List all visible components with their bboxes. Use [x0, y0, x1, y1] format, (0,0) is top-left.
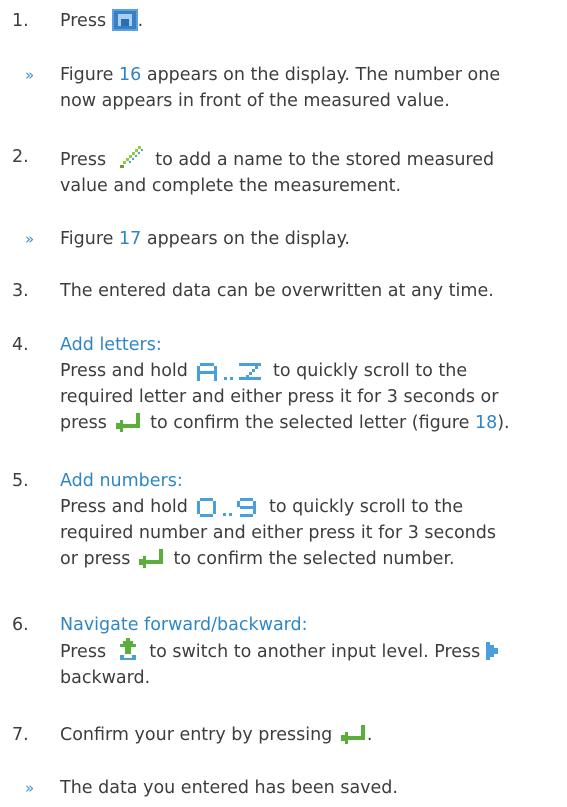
shift-up-icon: [116, 638, 140, 662]
enter-icon: [138, 549, 165, 569]
step-number: 5.: [12, 471, 29, 491]
store-icon: [111, 9, 138, 31]
step-number: 2.: [12, 147, 29, 167]
result-bullet: »: [25, 66, 35, 84]
pencil-icon: [118, 144, 144, 170]
step-text: Press: [60, 11, 107, 31]
figure-link[interactable]: 18: [475, 413, 497, 433]
step-number: 7.: [12, 725, 29, 745]
enter-icon: [340, 725, 367, 745]
figure-link[interactable]: 16: [119, 65, 141, 85]
a-to-z-icon: [197, 361, 263, 381]
step-heading: Navigate forward/backward:: [60, 615, 308, 635]
zero-to-nine-icon: [197, 497, 259, 517]
step-text: The data you entered has been saved.: [60, 778, 398, 798]
step-number: 3.: [12, 281, 29, 301]
back-icon: [485, 640, 500, 662]
step-text: The entered data can be overwritten at a…: [60, 281, 494, 301]
step-heading: Add letters:: [60, 335, 162, 355]
step-heading: Add numbers:: [60, 471, 183, 491]
step-number: 4.: [12, 335, 29, 355]
result-bullet: »: [25, 779, 35, 797]
result-bullet: »: [25, 230, 35, 248]
step-number: 1.: [12, 11, 29, 31]
figure-link[interactable]: 17: [119, 229, 141, 249]
enter-icon: [115, 413, 142, 433]
step-number: 6.: [12, 615, 29, 635]
